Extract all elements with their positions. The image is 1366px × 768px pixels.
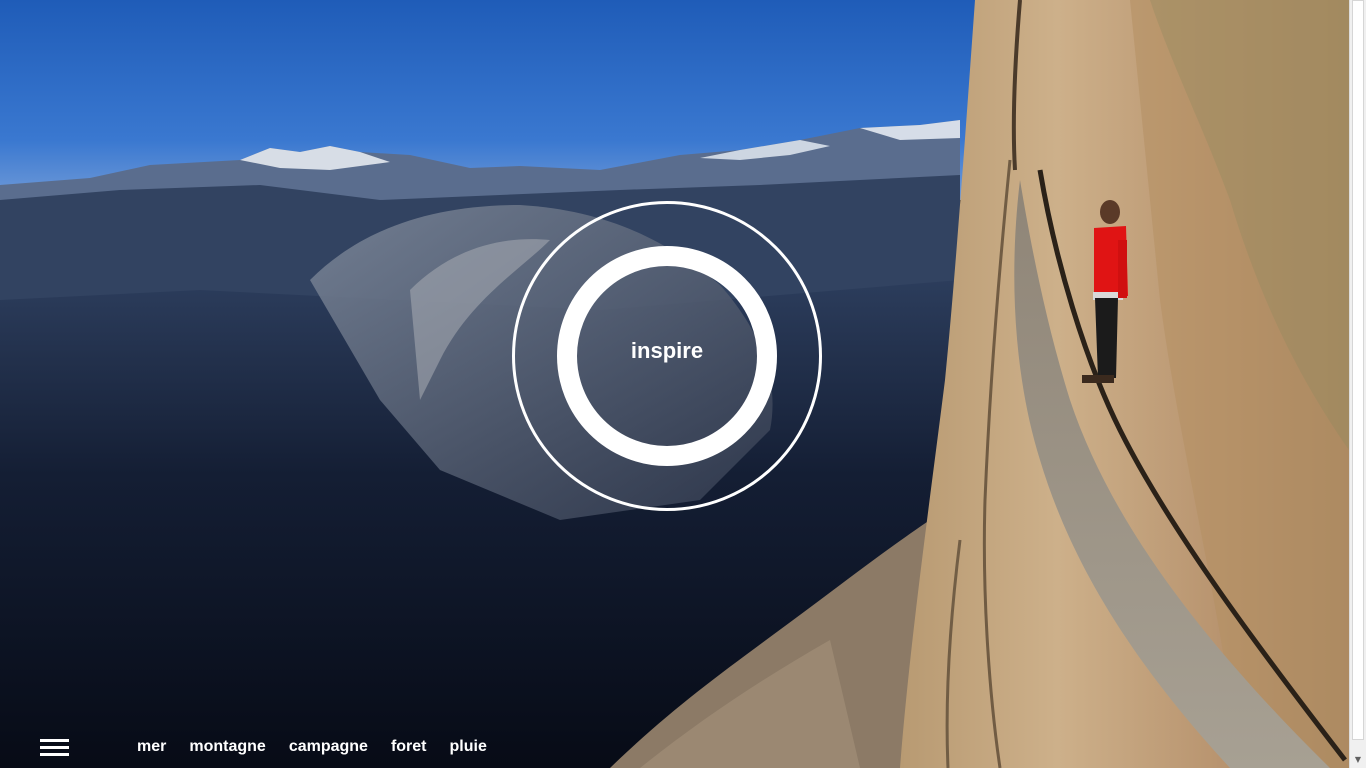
page: inspire mer montagne campagne foret plui…: [0, 0, 1366, 768]
scrollbar-thumb[interactable]: [1352, 0, 1364, 740]
inspire-label: inspire: [630, 338, 704, 363]
menu-line: [40, 739, 69, 742]
menu-line: [40, 746, 69, 749]
nav-item-pluie[interactable]: pluie: [450, 737, 487, 757]
category-nav: mer montagne campagne foret pluie: [137, 737, 487, 757]
nav-item-campagne[interactable]: campagne: [289, 737, 368, 757]
nav-item-mer[interactable]: mer: [137, 737, 166, 757]
inspire-circle-button[interactable]: inspire: [512, 201, 822, 511]
triangle-down-icon[interactable]: ▼: [1350, 752, 1366, 768]
menu-line: [40, 753, 69, 756]
vertical-scrollbar[interactable]: ▼: [1349, 0, 1366, 768]
hamburger-menu-icon[interactable]: [40, 739, 70, 759]
nav-item-foret[interactable]: foret: [391, 737, 427, 757]
nav-item-montagne[interactable]: montagne: [189, 737, 265, 757]
bottom-bar: mer montagne campagne foret pluie: [0, 708, 1349, 768]
